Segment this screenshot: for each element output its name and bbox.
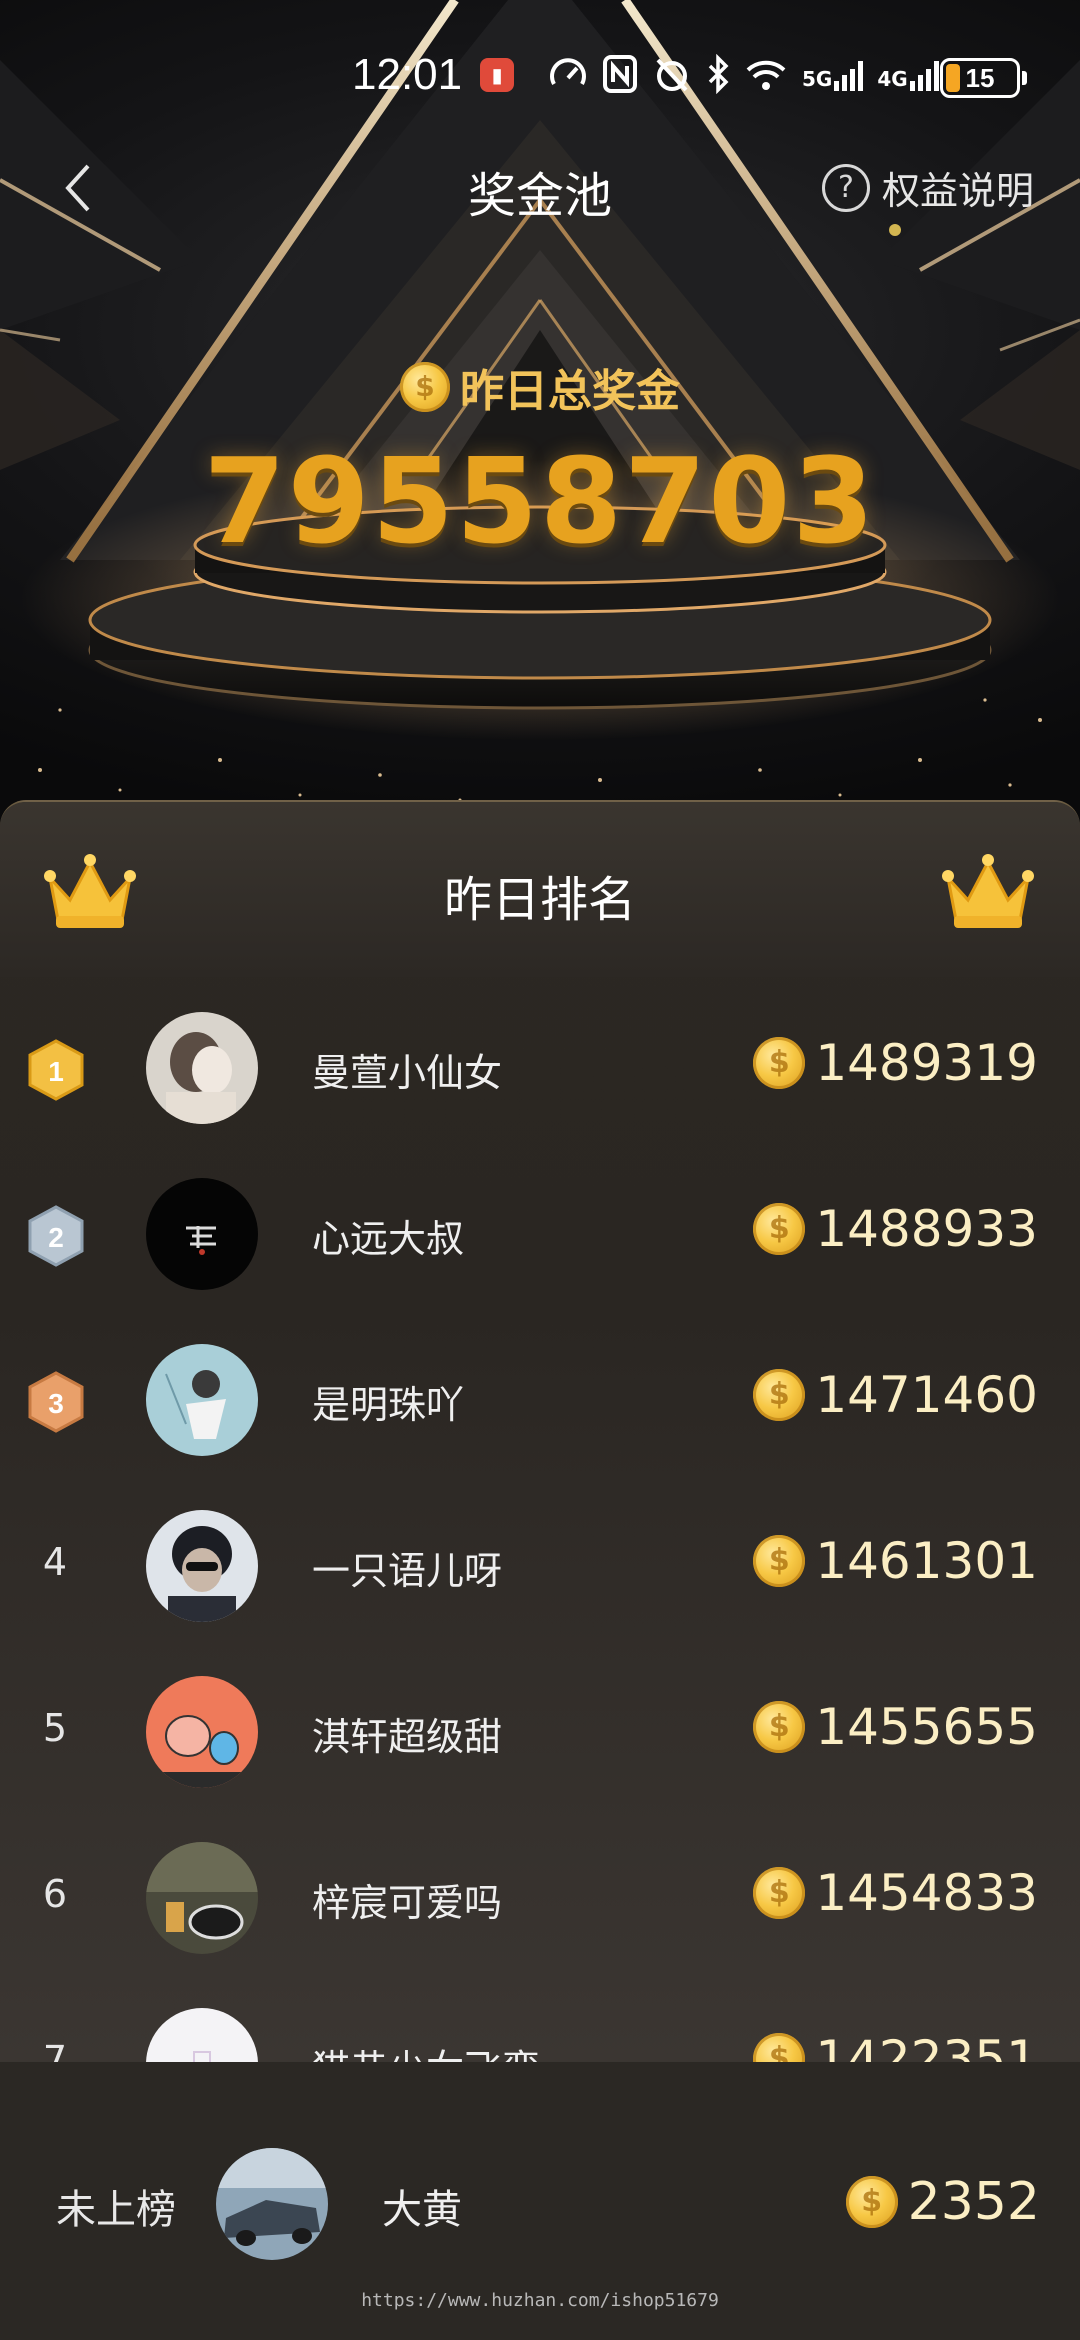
rank-number: 4	[42, 1540, 68, 1584]
battery-icon: 15	[940, 58, 1027, 98]
avatar[interactable]	[146, 1344, 258, 1456]
user-name: 淇轩超级甜	[312, 1715, 503, 1759]
benefit-info-button[interactable]: ? 权益说明	[822, 160, 1034, 215]
coin-icon	[753, 1867, 806, 1919]
svg-text:2: 2	[48, 1222, 64, 1253]
bluetooth-icon	[706, 54, 730, 94]
avatar[interactable]	[146, 2008, 258, 2062]
benefit-info-label: 权益说明	[882, 169, 1035, 213]
battery-level: 15	[965, 63, 995, 93]
coin-icon	[753, 1037, 806, 1089]
coin-icon	[753, 1701, 806, 1753]
alarm-off-icon	[652, 54, 692, 94]
svg-text:3: 3	[48, 1388, 64, 1419]
signal-4g: 4G	[877, 57, 939, 91]
ranking-header: 昨日排名	[0, 802, 1080, 977]
ranking-row[interactable]: 4 一只语儿呀 1461301	[0, 1482, 1080, 1648]
user-score: 1471460	[753, 1366, 1038, 1424]
user-name: 猫巷少女飞鸾	[312, 2038, 540, 2062]
ranking-panel: 昨日排名 1 曼萱小仙女 1489319 2 心远大叔	[0, 800, 1080, 2062]
user-name: 一只语儿呀	[312, 1549, 503, 1593]
help-icon: ?	[822, 163, 870, 212]
user-name: 梓宸可爱吗	[312, 1881, 503, 1925]
coin-icon	[753, 1369, 806, 1421]
ranking-row[interactable]: 3 是明珠吖 1471460	[0, 1316, 1080, 1482]
ranking-row[interactable]: 1 曼萱小仙女 1489319	[0, 984, 1080, 1150]
rank-number: 7	[42, 2038, 68, 2062]
crown-icon	[942, 854, 1034, 928]
bronze-medal-icon: 3	[28, 1371, 84, 1433]
avatar[interactable]	[146, 1510, 258, 1622]
wifi-icon	[744, 54, 788, 94]
user-score: 1461301	[753, 1532, 1038, 1590]
gold-medal-icon: 1	[28, 1039, 84, 1101]
coin-icon	[845, 2176, 898, 2228]
silver-medal-icon: 2	[28, 1205, 84, 1267]
recording-icon: ▮	[480, 58, 514, 92]
user-score: 1454833	[753, 1864, 1038, 1922]
avatar[interactable]	[146, 1178, 258, 1290]
user-score: 1489319	[753, 1034, 1038, 1092]
my-rank-bar: 未上榜 大黄 2352 https://www.huzhan.com/ishop…	[0, 2062, 1080, 2340]
nfc-icon	[602, 54, 638, 94]
my-name: 大黄	[382, 2187, 462, 2233]
ranking-title: 昨日排名	[443, 872, 636, 928]
ranking-row[interactable]: 5 淇轩超级甜 1455655	[0, 1648, 1080, 1814]
status-time: 12:01	[352, 50, 463, 99]
user-name: 心远大叔	[312, 1217, 465, 1261]
coin-icon	[753, 2033, 806, 2062]
user-score: 1455655	[753, 1698, 1038, 1756]
coin-icon	[753, 1203, 806, 1255]
hero-banner: 12:01 ▮ 5G 4G 15 奖金池 ? 权益说明 $ 昨日总奖金 7955…	[0, 0, 1080, 830]
svg-text:1: 1	[48, 1056, 64, 1087]
my-rank-status: 未上榜	[56, 2187, 176, 2233]
coin-icon	[753, 1535, 806, 1587]
rank-number: 5	[42, 1706, 68, 1750]
avatar[interactable]	[146, 1842, 258, 1954]
my-score: 2352	[845, 2172, 1040, 2232]
user-name: 是明珠吖	[312, 1383, 465, 1427]
signal-5g: 5G	[802, 57, 864, 91]
my-avatar[interactable]	[216, 2148, 328, 2260]
avatar[interactable]	[146, 1012, 258, 1124]
rank-number: 6	[42, 1872, 68, 1916]
user-score: 1488933	[753, 1200, 1038, 1258]
status-bar: 12:01 ▮ 5G 4G 15	[0, 50, 1080, 110]
watermark-text: https://www.huzhan.com/ishop51679	[361, 2290, 719, 2311]
coin-icon	[400, 362, 450, 412]
speedometer-icon	[548, 54, 588, 94]
user-score: 1422351	[753, 2030, 1038, 2062]
pool-label: 昨日总奖金	[0, 355, 1080, 419]
user-name: 曼萱小仙女	[312, 1051, 503, 1095]
ranking-row[interactable]: 6 梓宸可爱吗 1454833	[0, 1814, 1080, 1980]
pool-total-amount: 79558703	[203, 432, 877, 570]
ranking-row[interactable]: 7 猫巷少女飞鸾 1422351	[0, 1980, 1080, 2062]
avatar[interactable]	[146, 1676, 258, 1788]
ranking-row[interactable]: 2 心远大叔 1488933	[0, 1150, 1080, 1316]
